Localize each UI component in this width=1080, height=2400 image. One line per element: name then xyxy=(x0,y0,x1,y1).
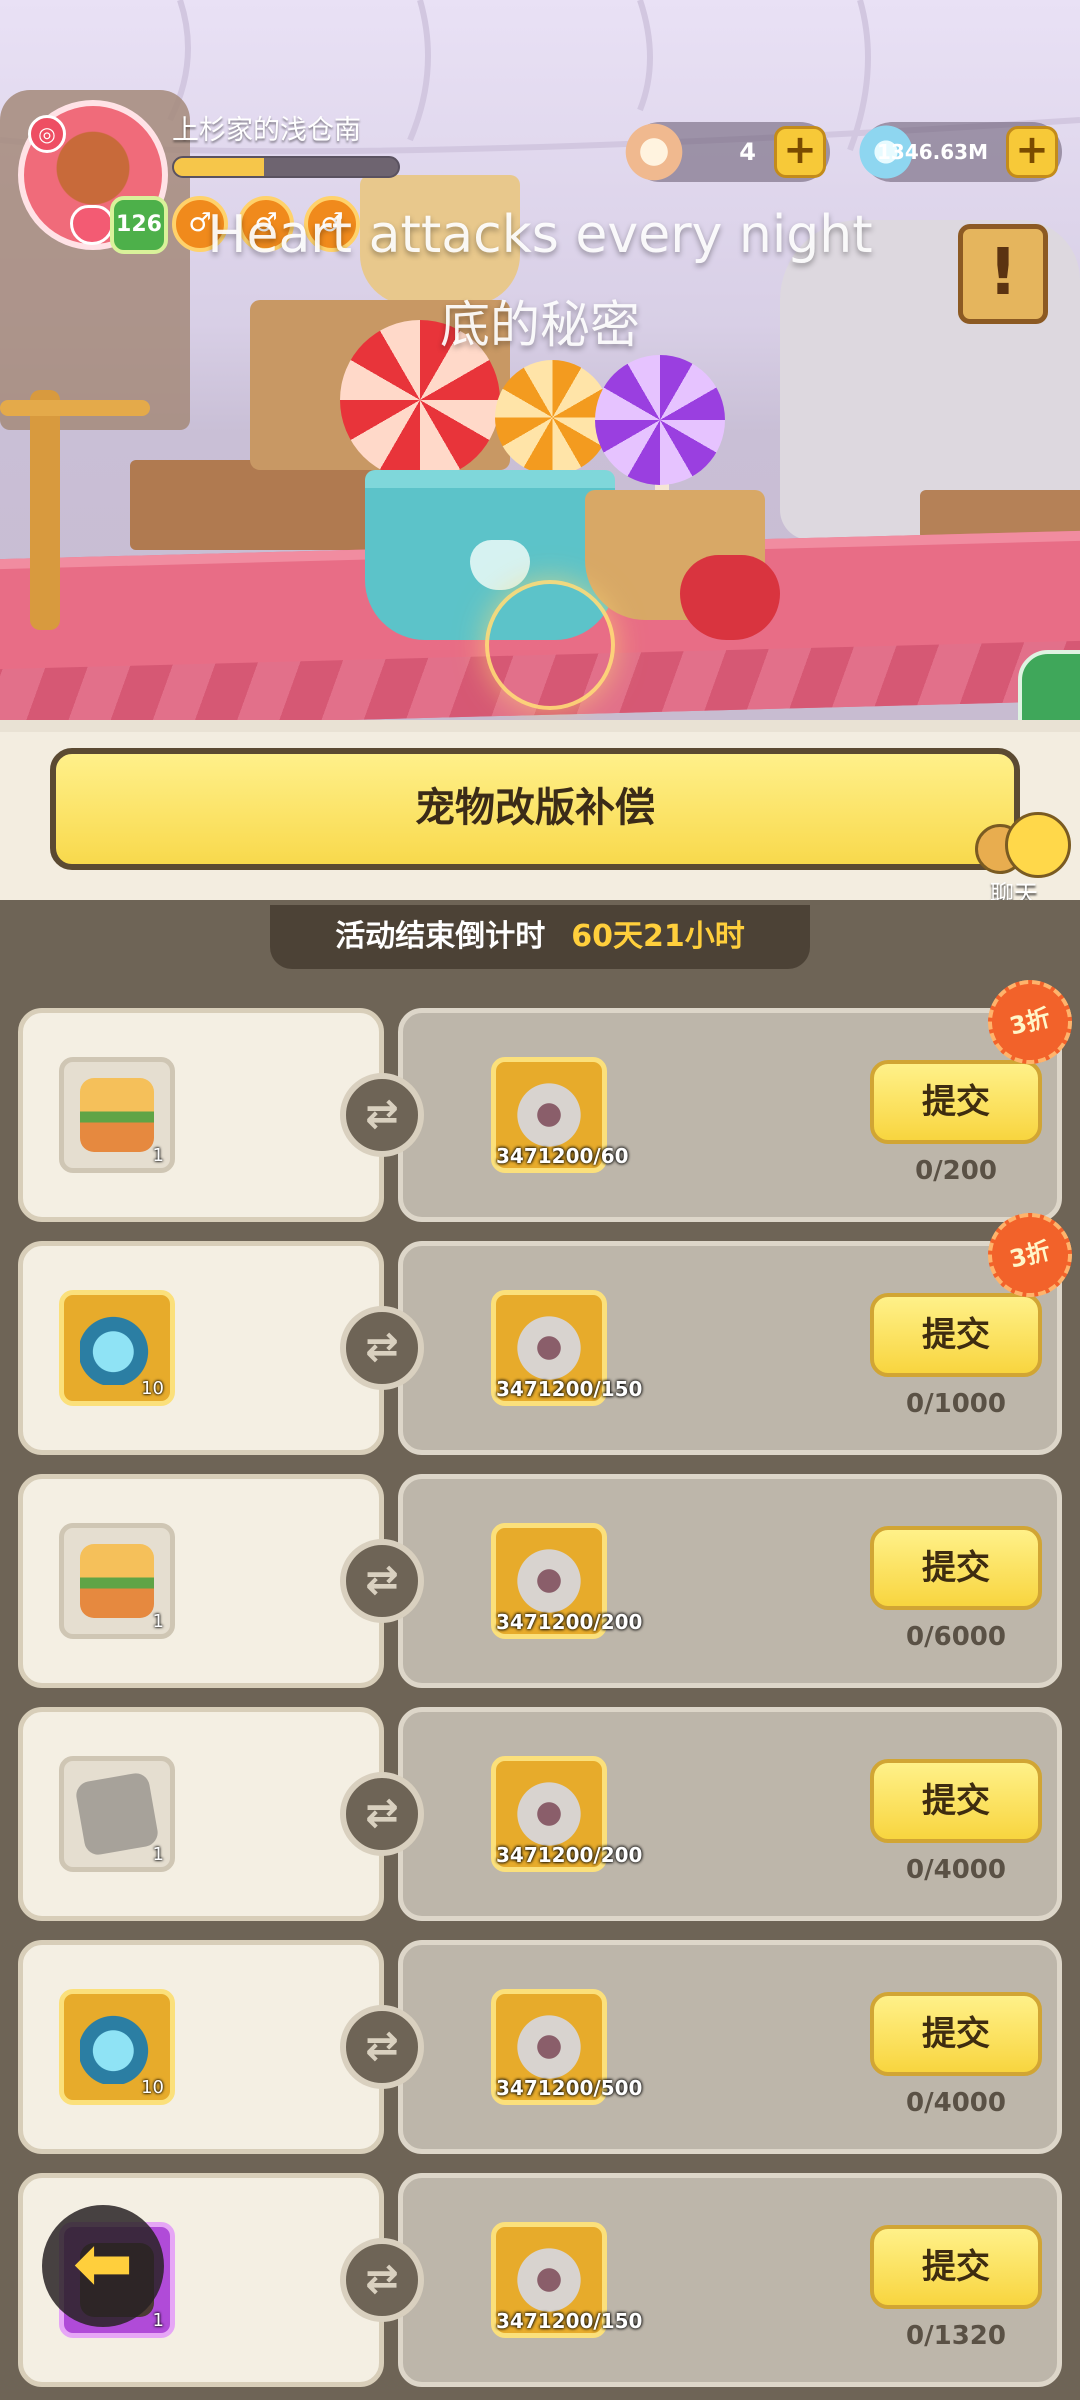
requirement-count: 3471200/200 xyxy=(496,1610,643,1634)
requirement-count: 3471200/200 xyxy=(496,1843,643,1867)
exchange-arrow-icon: ⇄ xyxy=(340,1539,424,1623)
reward-cell: 1 xyxy=(18,1474,384,1688)
exchange-row: 1 3471200/200 ⇄ 提交 0/6000 xyxy=(18,1474,1062,1688)
submit-button[interactable]: 提交 xyxy=(870,1293,1042,1377)
reward-count: 1 xyxy=(152,1611,164,1632)
back-arrow-icon[interactable]: ⬅ xyxy=(42,2205,164,2327)
exchange-arrow-icon: ⇄ xyxy=(340,2005,424,2089)
submit-button[interactable]: 提交 xyxy=(870,1759,1042,1843)
exchange-arrow-icon: ⇄ xyxy=(340,1073,424,1157)
roast-food-icon xyxy=(80,1078,154,1152)
countdown-label: 活动结束倒计时 xyxy=(335,919,546,954)
requirement-slot[interactable]: 3471200/200 xyxy=(491,1523,642,1639)
submit-progress: 0/4000 xyxy=(906,1855,1006,1885)
exchange-row: 10 3471200/500 ⇄ 提交 0/4000 xyxy=(18,1940,1062,2154)
requirement-slot[interactable]: 3471200/150 xyxy=(491,2222,642,2338)
countdown-value: 60天21小时 xyxy=(571,919,745,954)
submit-progress: 0/200 xyxy=(915,1156,997,1186)
exchange-row: 1 3471200/150 ⇄ 提交 0/1320 xyxy=(18,2173,1062,2387)
reward-slot[interactable]: 10 xyxy=(59,1290,175,1406)
stone-fragment-icon xyxy=(512,1544,586,1618)
submit-button[interactable]: 提交 xyxy=(870,2225,1042,2309)
countdown-bar: 活动结束倒计时 60天21小时 xyxy=(270,905,810,969)
requirement-slot[interactable]: 3471200/60 xyxy=(491,1057,629,1173)
requirement-slot[interactable]: 3471200/200 xyxy=(491,1756,642,1872)
event-title-banner[interactable]: 宠物改版补偿 xyxy=(50,748,1020,870)
submit-progress: 0/4000 xyxy=(906,2088,1006,2118)
reward-cell: 1 xyxy=(18,1008,384,1222)
requirement-count: 3471200/150 xyxy=(496,1377,643,1401)
reward-count: 1 xyxy=(152,1844,164,1865)
reward-count: 1 xyxy=(152,1145,164,1166)
diamond-count: 1346.63M xyxy=(877,140,988,164)
requirement-count: 3471200/150 xyxy=(496,2309,643,2333)
scale-decoration xyxy=(0,400,150,416)
add-pearl-button[interactable]: + xyxy=(774,126,826,178)
stone-tablet-icon xyxy=(74,1771,160,1857)
requirement-slot[interactable]: 3471200/500 xyxy=(491,1989,642,2105)
xp-bar-fill xyxy=(174,158,264,176)
stone-fragment-icon xyxy=(512,2010,586,2084)
notice-scroll-button[interactable]: ! xyxy=(958,224,1048,324)
subtitle-line: Heart attacks every night xyxy=(207,205,873,265)
reward-slot[interactable]: 1 xyxy=(59,1057,175,1173)
submit-button[interactable]: 提交 xyxy=(870,1526,1042,1610)
avatar-frame-badge-icon: ◎ xyxy=(28,115,66,153)
red-heart-icon xyxy=(680,555,780,640)
exchange-arrow-icon: ⇄ xyxy=(340,2238,424,2322)
submit-progress: 0/1320 xyxy=(906,2321,1006,2351)
reward-slot[interactable]: 1 xyxy=(59,1756,175,1872)
submit-progress: 0/1000 xyxy=(906,1389,1006,1419)
stone-fragment-icon xyxy=(512,1777,586,1851)
sparkle-ring-icon[interactable] xyxy=(485,580,615,710)
exchange-arrow-icon: ⇄ xyxy=(340,1306,424,1390)
chat-face-icon xyxy=(1005,812,1071,878)
lollipop-purple-icon xyxy=(595,355,725,485)
reward-cell: 1 xyxy=(18,1707,384,1921)
submit-progress: 0/6000 xyxy=(906,1622,1006,1652)
lollipop-orange-icon xyxy=(495,360,610,475)
reward-count: 10 xyxy=(141,2077,164,2098)
player-name: 上杉家的浅仓南 xyxy=(172,115,361,146)
roast-food-icon xyxy=(80,1544,154,1618)
potion-icon xyxy=(80,2010,154,2084)
reward-count: 10 xyxy=(141,1378,164,1399)
xp-bar xyxy=(172,156,400,178)
exchange-row: 1 3471200/60 ⇄ 提交 0/200 3折 xyxy=(18,971,1080,1222)
scale-decoration xyxy=(30,390,60,630)
stone-fragment-icon xyxy=(512,1311,586,1385)
requirement-count: 3471200/60 xyxy=(496,1144,629,1168)
potion-icon xyxy=(80,1311,154,1385)
stone-fragment-icon xyxy=(512,2243,586,2317)
subtitle-line: 底的秘密 xyxy=(440,296,640,354)
submit-button[interactable]: 提交 xyxy=(870,1060,1042,1144)
stone-fragment-icon xyxy=(512,1078,586,1152)
pearl-shell-icon xyxy=(622,120,686,184)
pearl-count: 4 xyxy=(739,138,756,166)
diamond-currency: 1346.63M + xyxy=(854,120,1062,184)
chat-button[interactable] xyxy=(975,812,1071,882)
pearl-currency: 4 + xyxy=(622,120,830,184)
reward-count: 1 xyxy=(152,2310,164,2331)
requirement-count: 3471200/500 xyxy=(496,2076,643,2100)
reward-cell: 10 xyxy=(18,1241,384,1455)
reward-cell: 10 xyxy=(18,1940,384,2154)
shelf-decoration xyxy=(130,460,390,550)
reward-slot[interactable]: 1 xyxy=(59,1523,175,1639)
exchange-row: 10 3471200/150 ⇄ 提交 0/1000 3折 xyxy=(18,1204,1080,1455)
requirement-slot[interactable]: 3471200/150 xyxy=(491,1290,642,1406)
exchange-arrow-icon: ⇄ xyxy=(340,1772,424,1856)
exchange-row: 1 3471200/200 ⇄ 提交 0/4000 xyxy=(18,1707,1062,1921)
add-diamond-button[interactable]: + xyxy=(1006,126,1058,178)
submit-button[interactable]: 提交 xyxy=(870,1992,1042,2076)
reward-slot[interactable]: 10 xyxy=(59,1989,175,2105)
